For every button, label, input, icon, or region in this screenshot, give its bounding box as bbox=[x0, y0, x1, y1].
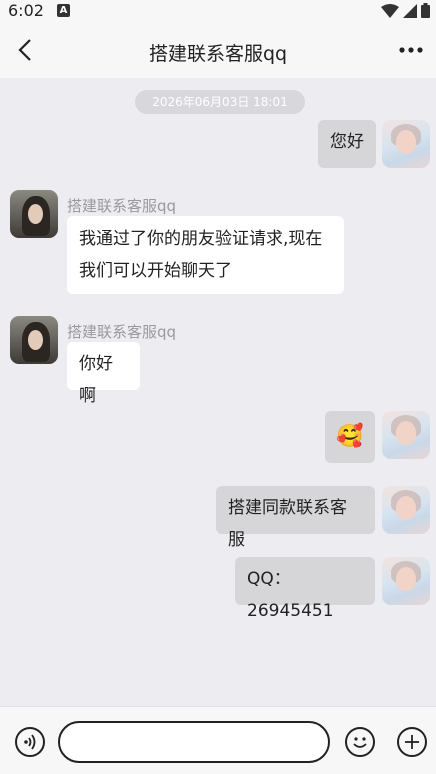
status-time: 6:02 bbox=[8, 1, 44, 20]
avatar[interactable] bbox=[10, 316, 58, 364]
avatar[interactable] bbox=[382, 120, 430, 168]
message-text: QQ：26945451 bbox=[247, 569, 334, 621]
message-bubble-incoming[interactable]: 我通过了你的朋友验证请求,现在 我们可以开始聊天了 bbox=[67, 216, 344, 294]
avatar[interactable] bbox=[382, 557, 430, 605]
message-bubble-outgoing[interactable]: QQ：26945451 bbox=[235, 557, 375, 621]
input-bar bbox=[0, 706, 436, 774]
wifi-icon bbox=[381, 3, 399, 18]
sender-name: 搭建联系客服qq bbox=[67, 197, 177, 215]
message-text-line: 我们可以开始聊天了 bbox=[79, 261, 232, 281]
message-list[interactable]: 2026年06月03日 18:01 您好 搭建联系客服qq 我通过了你的朋友验证… bbox=[0, 78, 436, 706]
status-bar: 6:02 A bbox=[0, 0, 436, 22]
message-bubble-outgoing[interactable]: 搭建同款联系客服 bbox=[216, 486, 375, 550]
message-bubble-outgoing[interactable]: 🥰 bbox=[325, 411, 375, 463]
message-bubble-incoming[interactable]: 你好啊 bbox=[67, 342, 140, 406]
chat-header: 搭建联系客服qq bbox=[0, 22, 436, 78]
avatar[interactable] bbox=[382, 411, 430, 459]
message-text: 搭建同款联系客服 bbox=[228, 498, 347, 550]
chat-screen: 6:02 A 搭建联系客服qq 2026年06月03日 18:01 您好 搭建联… bbox=[0, 0, 436, 774]
message-text-line: 我通过了你的朋友验证请求,现在 bbox=[79, 229, 323, 249]
emoji-icon bbox=[353, 737, 367, 748]
page-title: 搭建联系客服qq bbox=[148, 43, 288, 65]
battery-icon bbox=[421, 3, 430, 18]
signal-icon bbox=[403, 3, 417, 18]
emoji-message: 🥰 bbox=[336, 424, 364, 449]
message-timestamp: 2026年06月03日 18:01 bbox=[135, 90, 305, 114]
message-input[interactable] bbox=[58, 721, 330, 763]
a-icon: A bbox=[57, 4, 70, 17]
more-dots-icon[interactable] bbox=[398, 38, 424, 62]
add-button[interactable] bbox=[397, 727, 427, 757]
sender-name: 搭建联系客服qq bbox=[67, 323, 177, 341]
avatar[interactable] bbox=[382, 486, 430, 534]
message-text: 您好 bbox=[330, 132, 364, 152]
voice-icon bbox=[24, 734, 36, 750]
emoji-button[interactable] bbox=[345, 727, 375, 757]
plus-icon bbox=[405, 735, 419, 749]
message-text: 你好啊 bbox=[79, 354, 113, 406]
avatar[interactable] bbox=[10, 190, 58, 238]
voice-button[interactable] bbox=[15, 727, 45, 757]
status-icons bbox=[381, 3, 430, 18]
message-bubble-outgoing[interactable]: 您好 bbox=[318, 120, 376, 168]
